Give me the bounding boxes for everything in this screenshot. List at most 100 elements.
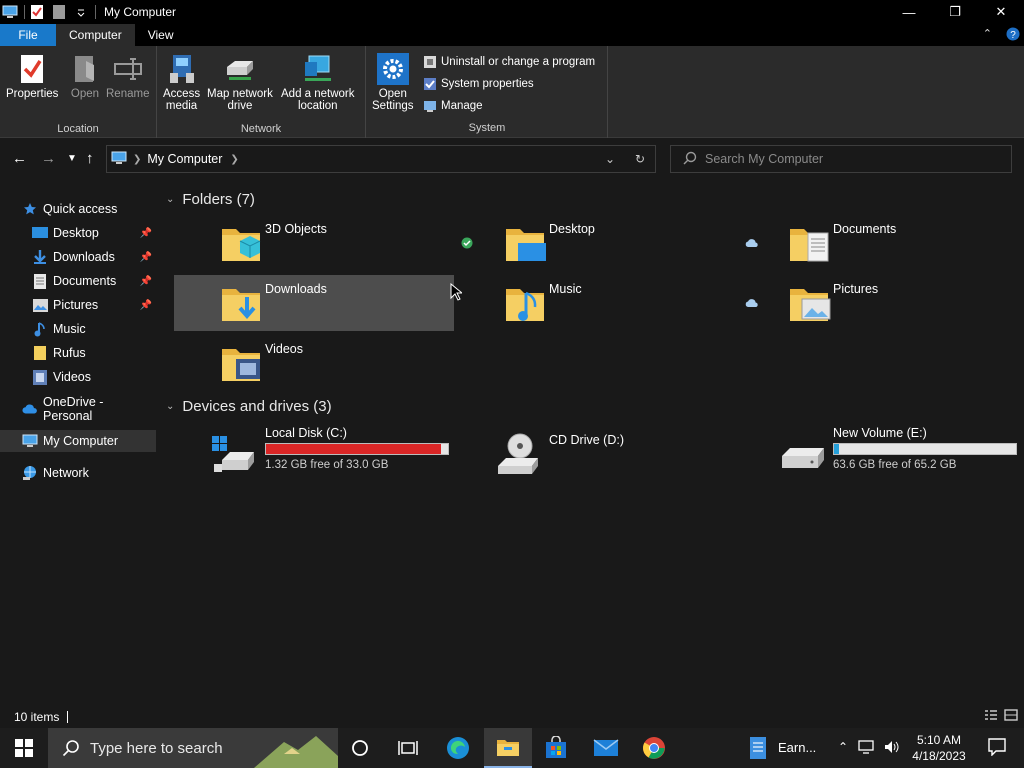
tab-file[interactable]: File bbox=[0, 24, 56, 46]
edge-icon bbox=[447, 737, 469, 759]
taskbar-search-input[interactable]: Type here to search bbox=[90, 740, 223, 757]
breadcrumb[interactable]: My Computer bbox=[147, 152, 222, 166]
nav-item-music[interactable]: Music bbox=[0, 318, 156, 340]
access-media-button[interactable]: Access media bbox=[163, 52, 200, 112]
drive-name: CD Drive (D:) bbox=[549, 433, 624, 447]
file-explorer-app[interactable] bbox=[484, 728, 532, 768]
rename-button[interactable]: Rename bbox=[106, 52, 149, 100]
store-app[interactable] bbox=[532, 728, 580, 768]
up-button[interactable]: ↑ bbox=[86, 150, 94, 167]
folder-videos[interactable]: Videos bbox=[174, 335, 454, 391]
address-bar[interactable]: ❯ My Computer ❯ ⌄ ↻ bbox=[106, 145, 656, 173]
open-settings-button[interactable]: Open Settings bbox=[372, 52, 414, 112]
folder-downloads[interactable]: Downloads bbox=[174, 275, 454, 331]
nav-item-downloads[interactable]: Downloads 📌 bbox=[0, 246, 156, 268]
folder-3d-objects[interactable]: 3D Objects bbox=[174, 215, 454, 271]
minimize-button[interactable]: — bbox=[886, 0, 932, 24]
nav-item-rufus[interactable]: Rufus bbox=[0, 342, 156, 364]
search-input[interactable]: Search My Computer bbox=[705, 152, 823, 166]
properties-icon[interactable] bbox=[29, 4, 45, 20]
manage-button[interactable]: Manage bbox=[422, 98, 483, 113]
edge-app[interactable] bbox=[434, 728, 482, 768]
volume-icon[interactable] bbox=[884, 740, 900, 754]
open-button[interactable]: Open bbox=[68, 52, 102, 100]
start-button[interactable] bbox=[0, 728, 48, 768]
folder-documents[interactable]: Documents bbox=[742, 215, 1022, 271]
document-icon bbox=[32, 273, 48, 289]
group-label-system: System bbox=[468, 122, 506, 134]
nav-item-desktop[interactable]: Desktop 📌 bbox=[0, 222, 156, 244]
folders-header[interactable]: ⌄ Folders (7) bbox=[166, 191, 255, 208]
chrome-app[interactable] bbox=[630, 728, 678, 768]
folder-pictures[interactable]: Pictures bbox=[742, 275, 1022, 331]
network-status-icon[interactable] bbox=[858, 740, 874, 754]
clock-date: 4/18/2023 bbox=[912, 749, 966, 763]
nav-onedrive[interactable]: OneDrive - Personal bbox=[0, 395, 156, 423]
nav-my-computer[interactable]: My Computer bbox=[0, 430, 156, 452]
drive-new-volume-e[interactable]: New Volume (E:) 63.6 GB free of 65.2 GB bbox=[742, 426, 1024, 482]
pin-icon[interactable]: 📌 bbox=[140, 300, 152, 311]
devices-header[interactable]: ⌄ Devices and drives (3) bbox=[166, 398, 332, 415]
folder-desktop[interactable]: Desktop bbox=[458, 215, 738, 271]
taskbar-app-label[interactable]: Earn... bbox=[778, 740, 816, 755]
clock[interactable]: 5:10 AM 4/18/2023 bbox=[904, 732, 974, 764]
refresh-icon[interactable]: ↻ bbox=[625, 152, 655, 166]
computer-icon bbox=[111, 151, 127, 168]
store-icon bbox=[546, 736, 566, 758]
pin-icon[interactable]: 📌 bbox=[140, 276, 152, 287]
chevron-down-icon[interactable]: ⌄ bbox=[166, 401, 174, 412]
taskbar-search-box[interactable]: Type here to search bbox=[48, 728, 338, 768]
new-folder-icon[interactable] bbox=[51, 4, 67, 20]
collapse-ribbon-icon[interactable]: ⌃ bbox=[983, 27, 992, 44]
task-view-button[interactable] bbox=[384, 728, 432, 768]
drive-local-disk-c[interactable]: Local Disk (C:) 1.32 GB free of 33.0 GB bbox=[174, 426, 464, 482]
pin-icon[interactable]: 📌 bbox=[140, 228, 152, 239]
desktop-icon bbox=[32, 225, 48, 241]
chevron-down-icon[interactable]: ⌄ bbox=[166, 194, 174, 205]
tab-computer[interactable]: Computer bbox=[56, 24, 135, 46]
cortana-icon bbox=[352, 740, 368, 756]
pin-icon[interactable]: 📌 bbox=[140, 252, 152, 263]
properties-button[interactable]: Properties bbox=[6, 52, 58, 100]
add-network-location-button[interactable]: Add a network location bbox=[281, 52, 355, 112]
details-view-icon[interactable] bbox=[984, 709, 998, 721]
map-network-drive-button[interactable]: Map network drive bbox=[207, 52, 273, 112]
nav-quick-access[interactable]: Quick access bbox=[22, 198, 178, 220]
system-properties-icon bbox=[422, 76, 437, 91]
mouse-cursor-icon bbox=[450, 283, 462, 301]
downloads-folder-icon bbox=[222, 289, 260, 321]
breadcrumb-chevron-icon[interactable]: ❯ bbox=[230, 154, 238, 165]
recent-locations-button[interactable]: ▼ bbox=[67, 153, 77, 164]
chevron-down-icon[interactable] bbox=[73, 4, 89, 20]
help-icon[interactable]: ? bbox=[1006, 27, 1020, 44]
uninstall-program-button[interactable]: Uninstall or change a program bbox=[422, 54, 595, 69]
mail-app[interactable] bbox=[582, 728, 630, 768]
nav-item-pictures[interactable]: Pictures 📌 bbox=[0, 294, 156, 316]
nav-item-videos[interactable]: Videos bbox=[0, 366, 156, 388]
chevron-up-icon[interactable]: ⌃ bbox=[838, 740, 848, 754]
maximize-button[interactable]: ❐ bbox=[932, 0, 978, 24]
drive-cd-d[interactable]: CD Drive (D:) bbox=[458, 426, 748, 482]
forward-button[interactable]: → bbox=[41, 150, 56, 167]
cortana-button[interactable] bbox=[336, 728, 384, 768]
address-dropdown-icon[interactable]: ⌄ bbox=[595, 152, 625, 166]
music-icon bbox=[32, 321, 48, 337]
search-box[interactable]: Search My Computer bbox=[670, 145, 1012, 173]
breadcrumb-chevron-icon[interactable]: ❯ bbox=[133, 154, 141, 165]
tiles-view-icon[interactable] bbox=[1004, 709, 1018, 721]
cloud-icon bbox=[745, 239, 758, 247]
nav-network[interactable]: Network bbox=[0, 462, 156, 484]
properties-icon bbox=[15, 52, 49, 86]
folder-music[interactable]: Music bbox=[458, 275, 738, 331]
tab-view[interactable]: View bbox=[135, 24, 187, 46]
nav-item-documents[interactable]: Documents 📌 bbox=[0, 270, 156, 292]
back-button[interactable]: ← bbox=[12, 150, 27, 167]
system-properties-button[interactable]: System properties bbox=[422, 76, 534, 91]
nav-label: Desktop bbox=[53, 226, 99, 240]
nav-label: Videos bbox=[53, 370, 91, 384]
document-app[interactable] bbox=[734, 728, 782, 768]
close-button[interactable]: ✕ bbox=[978, 0, 1024, 24]
notification-icon[interactable] bbox=[988, 738, 1006, 756]
navigation-pane: Quick access Desktop 📌 Downloads 📌 Docum… bbox=[0, 190, 160, 705]
group-label-location: Location bbox=[57, 123, 99, 135]
